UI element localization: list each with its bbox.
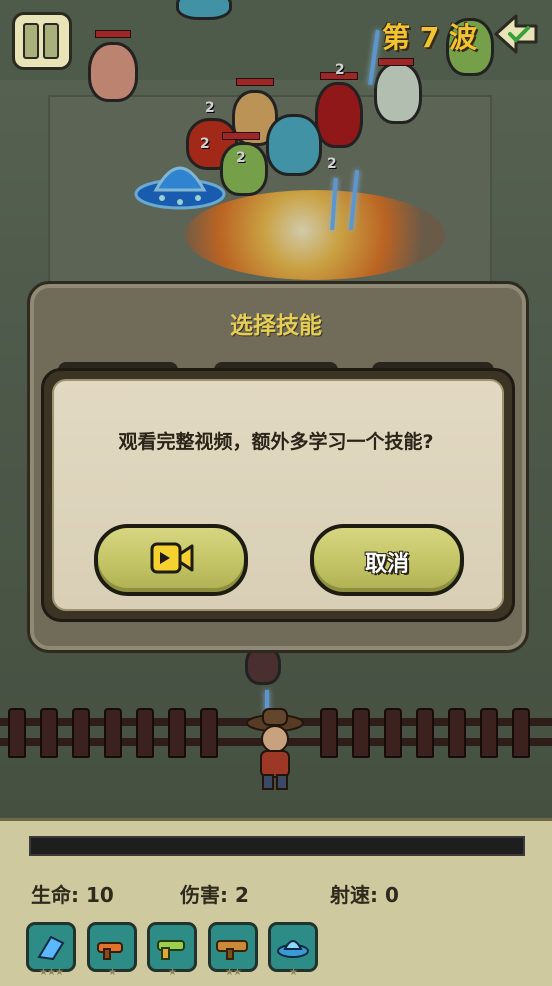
bottom-hud: 生命: 10 伤害: 2 射速: 0 ★★★ ★ ★ ★★ ★ (0, 818, 552, 986)
skill-stars: ★★★ (39, 967, 64, 978)
cancel-button[interactable]: 取消 (310, 524, 464, 596)
video-camera-icon (150, 542, 194, 574)
blaster-gun-icon (157, 940, 185, 960)
bazooka-icon (216, 940, 248, 960)
ufo-icon (277, 940, 309, 958)
cancel-button-label: 取消 (364, 552, 409, 577)
pause-button[interactable] (12, 12, 72, 70)
flame-gun-icon (97, 942, 123, 960)
dialog-message: 观看完整视频，额外多学习一个技能? (118, 431, 434, 453)
skill-slot-bazooka[interactable] (208, 922, 258, 972)
skill-slot-crystal-gun[interactable] (26, 922, 76, 972)
skill-slot-ufo[interactable] (268, 922, 318, 972)
skill-stars: ★★ (225, 967, 242, 978)
damage-stat: 伤害: 2 (180, 883, 249, 907)
panel-title: 选择技能 (230, 313, 322, 339)
skill-stars: ★ (168, 967, 177, 978)
skill-slot-flame-gun[interactable] (87, 922, 137, 972)
crystal-gun-icon (37, 935, 65, 961)
experience-bar (29, 836, 525, 856)
hp-stat: 生命: 10 (31, 883, 114, 907)
wave-counter: 第 7 波 (382, 21, 477, 54)
skill-slot-blaster-gun[interactable] (147, 922, 197, 972)
speed-toggle-icon[interactable] (492, 10, 540, 58)
fire-rate-stat: 射速: 0 (330, 883, 399, 907)
watch-video-button[interactable] (94, 524, 248, 596)
pause-bar-icon (23, 23, 39, 59)
pause-bar-icon (43, 23, 59, 59)
skill-stars: ★ (289, 967, 298, 978)
skill-stars: ★ (108, 967, 117, 978)
